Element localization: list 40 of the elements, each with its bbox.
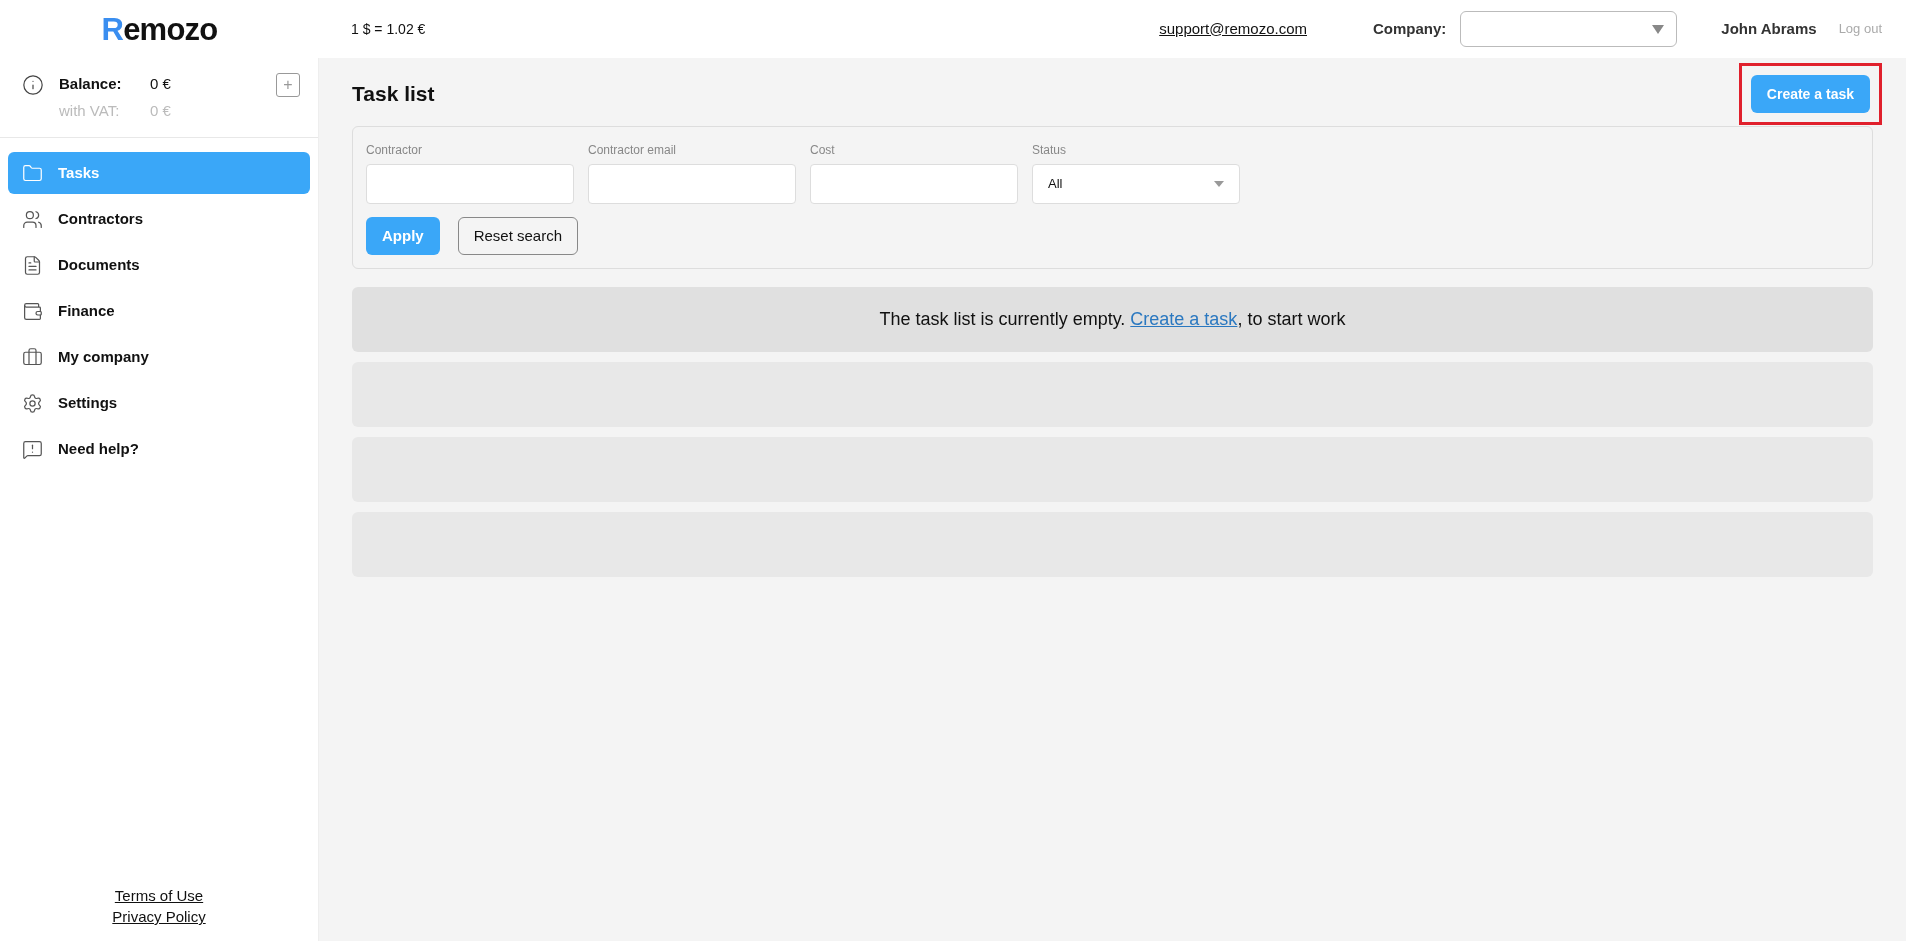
balance-value: 0 € — [150, 74, 171, 94]
company-select[interactable] — [1460, 11, 1678, 47]
input-field[interactable] — [588, 164, 796, 204]
footer-link[interactable]: Privacy Policy — [112, 906, 206, 927]
users-icon — [22, 208, 43, 230]
company-label: Company: — [1373, 18, 1447, 39]
field-label: Contractor email — [588, 142, 678, 159]
field-label: Contractor — [366, 142, 424, 159]
help-icon — [22, 438, 43, 460]
document-icon — [22, 254, 43, 276]
sidebar-item[interactable]: My company — [8, 336, 310, 378]
reset-search-button[interactable]: Reset search — [457, 217, 579, 255]
wallet-icon — [22, 300, 43, 322]
sidebar-item[interactable]: Documents — [8, 244, 310, 286]
logo[interactable]: Remozo — [101, 13, 218, 45]
input-field[interactable] — [366, 164, 574, 204]
exchange-rate: 1 $ = 1.02 € — [351, 19, 426, 39]
sidebar-item[interactable]: Settings — [8, 382, 310, 424]
balance-label: Balance: — [59, 74, 123, 94]
sidebar-item[interactable]: Contractors — [8, 198, 310, 240]
settings-icon — [22, 392, 43, 414]
input-field[interactable] — [810, 164, 1018, 204]
field-label: Cost — [810, 142, 836, 159]
footer-link[interactable]: Terms of Use — [114, 885, 204, 906]
info-icon — [22, 74, 44, 96]
page-title: Task list — [352, 81, 435, 108]
dropdown-caret-icon — [1214, 181, 1224, 187]
field-label: Status — [1032, 142, 1068, 159]
briefcase-icon — [22, 346, 43, 368]
user-name: John Abrams — [1721, 18, 1817, 39]
status-select[interactable]: All — [1032, 164, 1240, 204]
sidebar-item[interactable]: Need help? — [8, 428, 310, 470]
vat-label: with VAT: — [59, 100, 121, 121]
dropdown-caret-icon — [1652, 24, 1665, 34]
empty-list-message: The task list is currently empty. Create a task, to start work — [879, 308, 1346, 331]
support-email-link[interactable]: support@remozo.com — [1159, 17, 1307, 41]
sidebar-item[interactable]: Finance — [8, 290, 310, 332]
folder-icon — [22, 162, 43, 184]
vat-value: 0 € — [150, 100, 171, 121]
create-task-link[interactable]: Create a task — [1130, 309, 1238, 329]
